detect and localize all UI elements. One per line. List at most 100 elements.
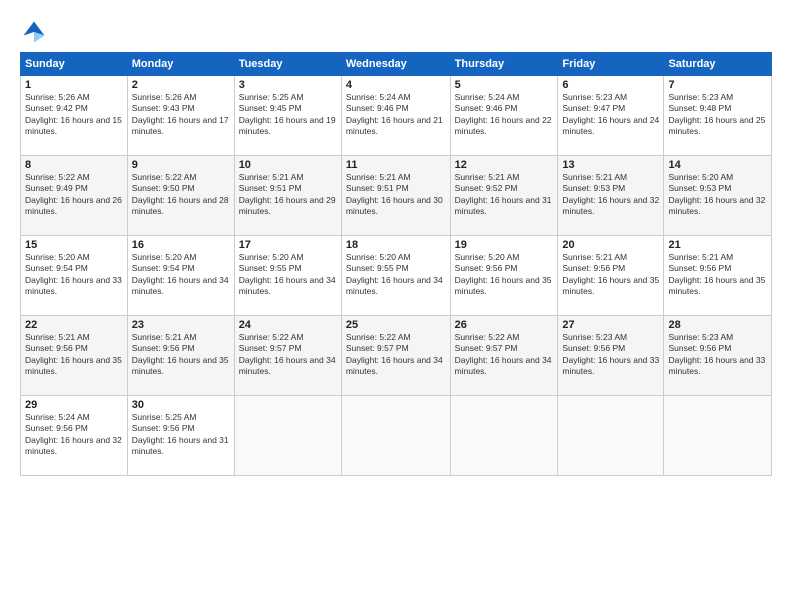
- calendar-day: 29Sunrise: 5:24 AMSunset: 9:56 PMDayligh…: [21, 396, 128, 476]
- day-number: 1: [25, 79, 123, 91]
- calendar-day: 24Sunrise: 5:22 AMSunset: 9:57 PMDayligh…: [234, 316, 341, 396]
- calendar-day: 17Sunrise: 5:20 AMSunset: 9:55 PMDayligh…: [234, 236, 341, 316]
- calendar-day: 12Sunrise: 5:21 AMSunset: 9:52 PMDayligh…: [450, 156, 558, 236]
- day-content: Sunrise: 5:20 AMSunset: 9:54 PMDaylight:…: [25, 252, 123, 298]
- day-number: 30: [132, 399, 230, 411]
- weekday-header: Monday: [127, 53, 234, 76]
- day-content: Sunrise: 5:21 AMSunset: 9:56 PMDaylight:…: [562, 252, 659, 298]
- calendar-day: 3Sunrise: 5:25 AMSunset: 9:45 PMDaylight…: [234, 76, 341, 156]
- day-content: Sunrise: 5:22 AMSunset: 9:57 PMDaylight:…: [455, 332, 554, 378]
- calendar-day: 8Sunrise: 5:22 AMSunset: 9:49 PMDaylight…: [21, 156, 128, 236]
- day-content: Sunrise: 5:21 AMSunset: 9:51 PMDaylight:…: [346, 172, 446, 218]
- day-content: Sunrise: 5:23 AMSunset: 9:48 PMDaylight:…: [668, 92, 767, 138]
- calendar-day: 13Sunrise: 5:21 AMSunset: 9:53 PMDayligh…: [558, 156, 664, 236]
- calendar-day: 16Sunrise: 5:20 AMSunset: 9:54 PMDayligh…: [127, 236, 234, 316]
- calendar-day: 30Sunrise: 5:25 AMSunset: 9:56 PMDayligh…: [127, 396, 234, 476]
- day-content: Sunrise: 5:25 AMSunset: 9:45 PMDaylight:…: [239, 92, 337, 138]
- weekday-header: Tuesday: [234, 53, 341, 76]
- day-number: 9: [132, 159, 230, 171]
- day-content: Sunrise: 5:23 AMSunset: 9:47 PMDaylight:…: [562, 92, 659, 138]
- day-content: Sunrise: 5:21 AMSunset: 9:56 PMDaylight:…: [132, 332, 230, 378]
- day-content: Sunrise: 5:21 AMSunset: 9:56 PMDaylight:…: [25, 332, 123, 378]
- day-content: Sunrise: 5:26 AMSunset: 9:42 PMDaylight:…: [25, 92, 123, 138]
- day-content: Sunrise: 5:23 AMSunset: 9:56 PMDaylight:…: [562, 332, 659, 378]
- day-number: 19: [455, 239, 554, 251]
- day-number: 23: [132, 319, 230, 331]
- day-number: 22: [25, 319, 123, 331]
- day-number: 7: [668, 79, 767, 91]
- calendar-table: SundayMondayTuesdayWednesdayThursdayFrid…: [20, 52, 772, 476]
- header-row: SundayMondayTuesdayWednesdayThursdayFrid…: [21, 53, 772, 76]
- calendar-day: 20Sunrise: 5:21 AMSunset: 9:56 PMDayligh…: [558, 236, 664, 316]
- calendar-day: 15Sunrise: 5:20 AMSunset: 9:54 PMDayligh…: [21, 236, 128, 316]
- day-content: Sunrise: 5:22 AMSunset: 9:49 PMDaylight:…: [25, 172, 123, 218]
- calendar-header: SundayMondayTuesdayWednesdayThursdayFrid…: [21, 53, 772, 76]
- weekday-header: Friday: [558, 53, 664, 76]
- day-number: 26: [455, 319, 554, 331]
- day-number: 4: [346, 79, 446, 91]
- calendar-week: 8Sunrise: 5:22 AMSunset: 9:49 PMDaylight…: [21, 156, 772, 236]
- calendar-week: 29Sunrise: 5:24 AMSunset: 9:56 PMDayligh…: [21, 396, 772, 476]
- calendar-day: 9Sunrise: 5:22 AMSunset: 9:50 PMDaylight…: [127, 156, 234, 236]
- day-content: Sunrise: 5:20 AMSunset: 9:55 PMDaylight:…: [239, 252, 337, 298]
- day-content: Sunrise: 5:20 AMSunset: 9:53 PMDaylight:…: [668, 172, 767, 218]
- day-number: 14: [668, 159, 767, 171]
- calendar-day: 5Sunrise: 5:24 AMSunset: 9:46 PMDaylight…: [450, 76, 558, 156]
- day-number: 15: [25, 239, 123, 251]
- weekday-header: Wednesday: [341, 53, 450, 76]
- calendar-day: 18Sunrise: 5:20 AMSunset: 9:55 PMDayligh…: [341, 236, 450, 316]
- weekday-header: Thursday: [450, 53, 558, 76]
- calendar-day: 11Sunrise: 5:21 AMSunset: 9:51 PMDayligh…: [341, 156, 450, 236]
- calendar-day: 21Sunrise: 5:21 AMSunset: 9:56 PMDayligh…: [664, 236, 772, 316]
- calendar-day: 26Sunrise: 5:22 AMSunset: 9:57 PMDayligh…: [450, 316, 558, 396]
- day-content: Sunrise: 5:22 AMSunset: 9:50 PMDaylight:…: [132, 172, 230, 218]
- calendar-day: [234, 396, 341, 476]
- calendar-day: [558, 396, 664, 476]
- calendar-day: 6Sunrise: 5:23 AMSunset: 9:47 PMDaylight…: [558, 76, 664, 156]
- calendar-day: 1Sunrise: 5:26 AMSunset: 9:42 PMDaylight…: [21, 76, 128, 156]
- day-number: 10: [239, 159, 337, 171]
- day-number: 24: [239, 319, 337, 331]
- day-content: Sunrise: 5:23 AMSunset: 9:56 PMDaylight:…: [668, 332, 767, 378]
- day-content: Sunrise: 5:22 AMSunset: 9:57 PMDaylight:…: [239, 332, 337, 378]
- day-number: 13: [562, 159, 659, 171]
- day-content: Sunrise: 5:25 AMSunset: 9:56 PMDaylight:…: [132, 412, 230, 458]
- calendar-week: 15Sunrise: 5:20 AMSunset: 9:54 PMDayligh…: [21, 236, 772, 316]
- day-content: Sunrise: 5:20 AMSunset: 9:54 PMDaylight:…: [132, 252, 230, 298]
- day-number: 29: [25, 399, 123, 411]
- day-number: 18: [346, 239, 446, 251]
- calendar-day: 4Sunrise: 5:24 AMSunset: 9:46 PMDaylight…: [341, 76, 450, 156]
- day-content: Sunrise: 5:21 AMSunset: 9:51 PMDaylight:…: [239, 172, 337, 218]
- day-number: 21: [668, 239, 767, 251]
- page: SundayMondayTuesdayWednesdayThursdayFrid…: [0, 0, 792, 612]
- day-content: Sunrise: 5:21 AMSunset: 9:53 PMDaylight:…: [562, 172, 659, 218]
- calendar-day: 19Sunrise: 5:20 AMSunset: 9:56 PMDayligh…: [450, 236, 558, 316]
- day-content: Sunrise: 5:20 AMSunset: 9:55 PMDaylight:…: [346, 252, 446, 298]
- day-number: 2: [132, 79, 230, 91]
- day-number: 12: [455, 159, 554, 171]
- day-number: 11: [346, 159, 446, 171]
- weekday-header: Saturday: [664, 53, 772, 76]
- calendar-day: 23Sunrise: 5:21 AMSunset: 9:56 PMDayligh…: [127, 316, 234, 396]
- calendar-day: 28Sunrise: 5:23 AMSunset: 9:56 PMDayligh…: [664, 316, 772, 396]
- calendar-day: [664, 396, 772, 476]
- day-number: 28: [668, 319, 767, 331]
- calendar-day: 14Sunrise: 5:20 AMSunset: 9:53 PMDayligh…: [664, 156, 772, 236]
- calendar-day: 10Sunrise: 5:21 AMSunset: 9:51 PMDayligh…: [234, 156, 341, 236]
- day-content: Sunrise: 5:24 AMSunset: 9:46 PMDaylight:…: [455, 92, 554, 138]
- calendar-week: 22Sunrise: 5:21 AMSunset: 9:56 PMDayligh…: [21, 316, 772, 396]
- logo-icon: [20, 18, 48, 46]
- day-content: Sunrise: 5:22 AMSunset: 9:57 PMDaylight:…: [346, 332, 446, 378]
- weekday-header: Sunday: [21, 53, 128, 76]
- day-number: 16: [132, 239, 230, 251]
- calendar-day: 27Sunrise: 5:23 AMSunset: 9:56 PMDayligh…: [558, 316, 664, 396]
- day-number: 25: [346, 319, 446, 331]
- calendar-day: [341, 396, 450, 476]
- day-number: 20: [562, 239, 659, 251]
- day-number: 6: [562, 79, 659, 91]
- day-number: 17: [239, 239, 337, 251]
- calendar-day: 2Sunrise: 5:26 AMSunset: 9:43 PMDaylight…: [127, 76, 234, 156]
- calendar-body: 1Sunrise: 5:26 AMSunset: 9:42 PMDaylight…: [21, 76, 772, 476]
- header: [20, 18, 772, 46]
- logo: [20, 18, 52, 46]
